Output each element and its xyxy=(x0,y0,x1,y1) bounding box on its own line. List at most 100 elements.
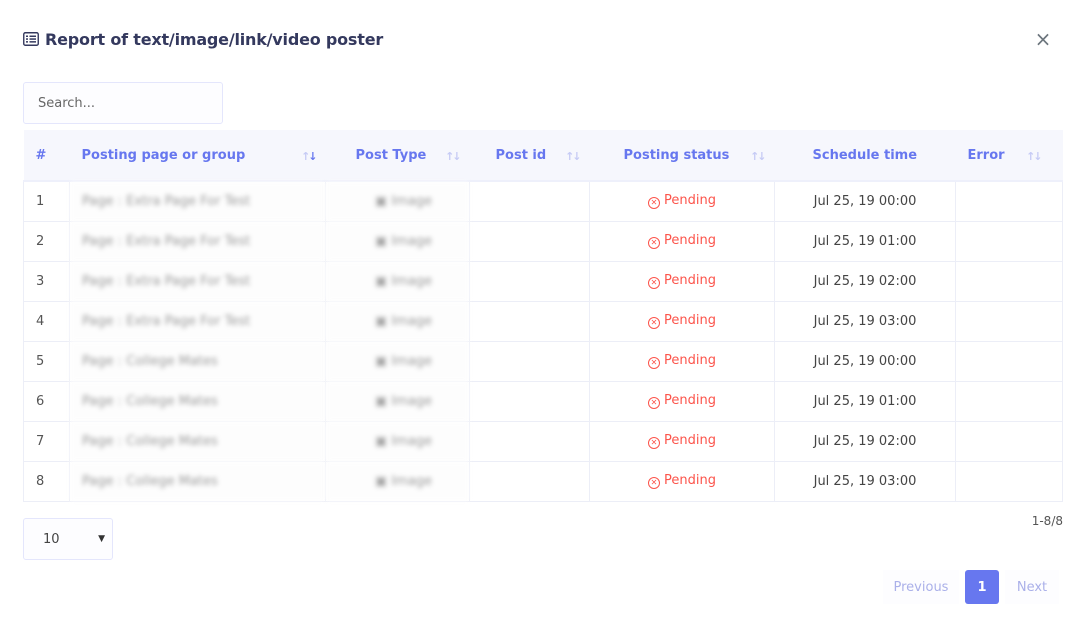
status-label: Pending xyxy=(664,273,716,288)
page-1-button[interactable]: 1 xyxy=(965,570,999,604)
header-error[interactable]: Error ↑↓ xyxy=(955,130,1063,182)
close-button[interactable]: × xyxy=(1031,26,1055,52)
status-label: Pending xyxy=(664,393,716,408)
post-id-cell xyxy=(469,260,590,302)
x-circle-icon: ✕ xyxy=(648,477,661,489)
header-schedule-time[interactable]: Schedule time xyxy=(774,130,956,182)
posting-page-cell: Page : Extra Page For Test xyxy=(69,180,326,222)
status-badge: ✕ Pending xyxy=(589,460,775,502)
post-type-cell: ▣ Image xyxy=(325,180,470,222)
post-type-label: Image xyxy=(391,313,433,329)
sort-icon[interactable]: ↑↓ xyxy=(1026,150,1043,163)
search-input[interactable] xyxy=(23,82,223,124)
error-cell xyxy=(955,260,1063,302)
schedule-time-cell: Jul 25, 19 02:00 xyxy=(774,420,956,462)
posting-page-cell: Page : College Mates xyxy=(69,340,326,382)
header-label: Posting status xyxy=(623,147,730,163)
status-label: Pending xyxy=(664,193,716,209)
image-icon: ▣ xyxy=(374,433,392,449)
post-id-cell xyxy=(469,300,590,342)
posting-page-cell: Page : Extra Page For Test xyxy=(69,260,326,302)
image-icon: ▣ xyxy=(374,473,392,489)
status-label: Pending xyxy=(664,233,716,248)
error-cell xyxy=(955,180,1063,222)
table-row: 7 Page : College Mates ▣ Image ✕ Pending Jul … xyxy=(23,420,1063,462)
post-type-cell: ▣ Image xyxy=(325,220,470,262)
table-row: 3 Page : Extra Page For Test ▣ Image ✕ Pendi… xyxy=(23,260,1063,302)
image-icon: ▣ xyxy=(374,353,392,369)
error-cell xyxy=(955,380,1063,422)
post-id-cell xyxy=(469,180,590,222)
error-cell xyxy=(955,340,1063,382)
row-number: 6 xyxy=(23,380,70,422)
status-badge: ✕ Pending xyxy=(589,340,775,382)
sort-icon[interactable]: ↑↓ xyxy=(445,150,462,163)
x-circle-icon: ✕ xyxy=(648,197,661,210)
status-badge: ✕ Pending xyxy=(589,220,775,262)
table-row: 2 Page : Extra Page For Test ▣ Image ✕ Pendi… xyxy=(23,220,1063,262)
image-icon: ▣ xyxy=(374,273,392,289)
post-type-cell: ▣ Image xyxy=(325,260,470,302)
post-type-cell: ▣ Image xyxy=(325,340,470,382)
header-number[interactable]: # xyxy=(23,130,70,182)
row-number: 7 xyxy=(23,420,70,462)
image-icon: ▣ xyxy=(374,313,392,329)
previous-button[interactable]: Previous xyxy=(883,570,959,604)
post-type-label: Image xyxy=(391,193,433,209)
post-id-cell xyxy=(469,220,590,262)
image-icon: ▣ xyxy=(374,393,392,409)
header-posting-status[interactable]: Posting status ↑↓ xyxy=(589,130,775,182)
status-label: Pending xyxy=(664,433,716,448)
list-icon xyxy=(23,31,39,47)
posting-page-cell: Page : Extra Page For Test xyxy=(69,300,326,342)
post-type-label: Image xyxy=(391,433,433,449)
header-label: Posting page or group xyxy=(81,147,246,163)
status-badge: ✕ Pending xyxy=(589,180,775,222)
schedule-time-cell: Jul 25, 19 00:00 xyxy=(774,340,956,382)
error-cell xyxy=(955,220,1063,262)
schedule-time-cell: Jul 25, 19 03:00 xyxy=(774,300,956,342)
status-badge: ✕ Pending xyxy=(589,300,775,342)
error-cell xyxy=(955,460,1063,502)
report-table: # Posting page or group ↑↓ Post Type ↑↓ Po… xyxy=(23,130,1063,502)
post-id-cell xyxy=(469,420,590,462)
header-label: Schedule time xyxy=(812,147,918,163)
sort-icon[interactable]: ↑↓ xyxy=(301,150,318,163)
sort-icon[interactable]: ↑↓ xyxy=(750,150,767,163)
per-page-select[interactable]: 10 ▼ xyxy=(23,518,113,560)
post-type-cell: ▣ Image xyxy=(325,460,470,502)
post-type-label: Image xyxy=(391,353,433,369)
x-circle-icon: ✕ xyxy=(648,237,661,249)
header-label: Post id xyxy=(495,147,547,163)
header-post-id[interactable]: Post id ↑↓ xyxy=(469,130,590,182)
modal-title: Report of text/image/link/video poster xyxy=(45,29,384,49)
post-type-cell: ▣ Image xyxy=(325,420,470,462)
post-id-cell xyxy=(469,380,590,422)
post-type-cell: ▣ Image xyxy=(325,300,470,342)
header-label: Post Type xyxy=(355,147,427,163)
posting-page-cell: Page : College Mates xyxy=(69,420,326,462)
post-type-label: Image xyxy=(391,393,433,409)
image-icon: ▣ xyxy=(374,193,392,209)
table-row: 8 Page : College Mates ▣ Image ✕ Pending Jul … xyxy=(23,460,1063,502)
error-cell xyxy=(955,420,1063,462)
status-badge: ✕ Pending xyxy=(589,260,775,302)
posting-page-cell: Page : College Mates xyxy=(69,380,326,422)
modal-header: Report of text/image/link/video poster × xyxy=(23,26,1055,52)
schedule-time-cell: Jul 25, 19 00:00 xyxy=(774,180,956,222)
table-header-row: # Posting page or group ↑↓ Post Type ↑↓ Po… xyxy=(23,130,1063,182)
post-type-label: Image xyxy=(391,233,433,249)
per-page-value: 10 xyxy=(43,531,60,547)
schedule-time-cell: Jul 25, 19 01:00 xyxy=(774,220,956,262)
header-post-type[interactable]: Post Type ↑↓ xyxy=(325,130,470,182)
x-circle-icon: ✕ xyxy=(648,357,661,369)
x-circle-icon: ✕ xyxy=(648,397,661,409)
sort-icon[interactable]: ↑↓ xyxy=(565,150,582,163)
header-posting-page[interactable]: Posting page or group ↑↓ xyxy=(69,130,326,182)
next-button[interactable]: Next xyxy=(1005,570,1059,604)
post-type-cell: ▣ Image xyxy=(325,380,470,422)
post-id-cell xyxy=(469,340,590,382)
table-row: 6 Page : College Mates ▣ Image ✕ Pending Jul … xyxy=(23,380,1063,422)
image-icon: ▣ xyxy=(374,233,392,249)
table-row: 5 Page : College Mates ▣ Image ✕ Pending Jul … xyxy=(23,340,1063,382)
